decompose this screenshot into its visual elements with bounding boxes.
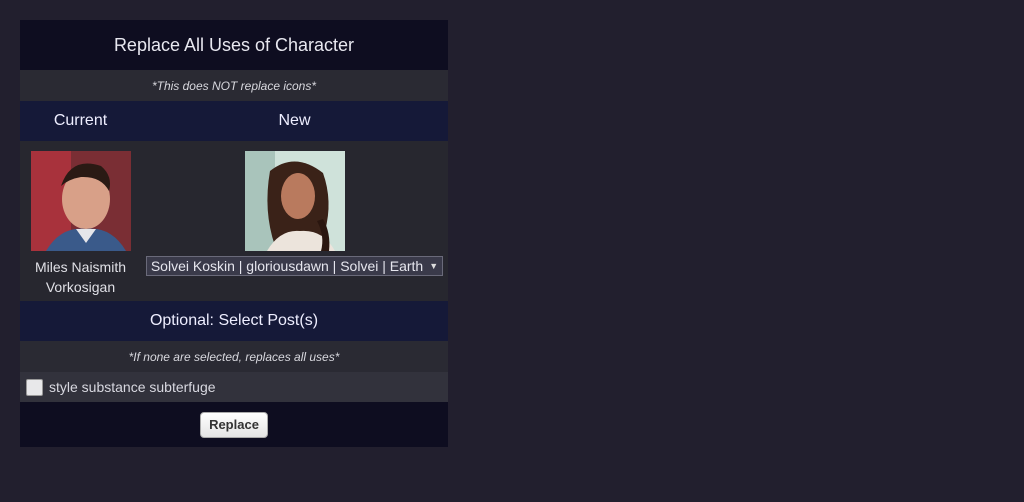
- new-character-select-value: Solvei Koskin | gloriousdawn | Solvei | …: [150, 258, 424, 274]
- current-character-name: Miles Naismith Vorkosigan: [35, 257, 126, 297]
- new-character-avatar: [244, 151, 345, 251]
- replace-character-panel: Replace All Uses of Character *This does…: [20, 20, 448, 447]
- icons-note-text: *This does NOT replace icons*: [151, 78, 317, 93]
- post-list-item[interactable]: style substance subterfuge: [20, 372, 448, 402]
- column-headers: Current New: [20, 101, 448, 141]
- current-character-name-line1: Miles Naismith: [34, 259, 126, 275]
- icons-note: *This does NOT replace icons*: [20, 70, 448, 101]
- current-character-avatar: [30, 151, 131, 251]
- optional-posts-heading: Optional: Select Post(s): [149, 312, 319, 329]
- current-character-cell: Miles Naismith Vorkosigan: [20, 141, 141, 301]
- current-column-header: Current: [53, 112, 108, 129]
- new-column-header: New: [278, 112, 311, 129]
- chevron-down-icon: ▼: [429, 261, 439, 271]
- optional-note-text: *If none are selected, replaces all uses…: [128, 349, 340, 364]
- new-character-select[interactable]: Solvei Koskin | gloriousdawn | Solvei | …: [145, 256, 444, 276]
- new-character-cell: Solvei Koskin | gloriousdawn | Solvei | …: [141, 141, 448, 301]
- character-row: Miles Naismith Vorkosigan Solvei Koskin …: [20, 141, 448, 301]
- page-title: Replace All Uses of Character: [20, 20, 448, 70]
- form-footer: Replace: [20, 402, 448, 447]
- current-character-name-line2: Vorkosigan: [45, 279, 116, 295]
- post-checkbox[interactable]: [26, 378, 43, 396]
- replace-button[interactable]: Replace: [200, 411, 268, 438]
- optional-note: *If none are selected, replaces all uses…: [20, 341, 448, 372]
- page-title-text: Replace All Uses of Character: [113, 34, 355, 55]
- optional-posts-header: Optional: Select Post(s): [20, 301, 448, 341]
- post-label: style substance subterfuge: [49, 379, 216, 395]
